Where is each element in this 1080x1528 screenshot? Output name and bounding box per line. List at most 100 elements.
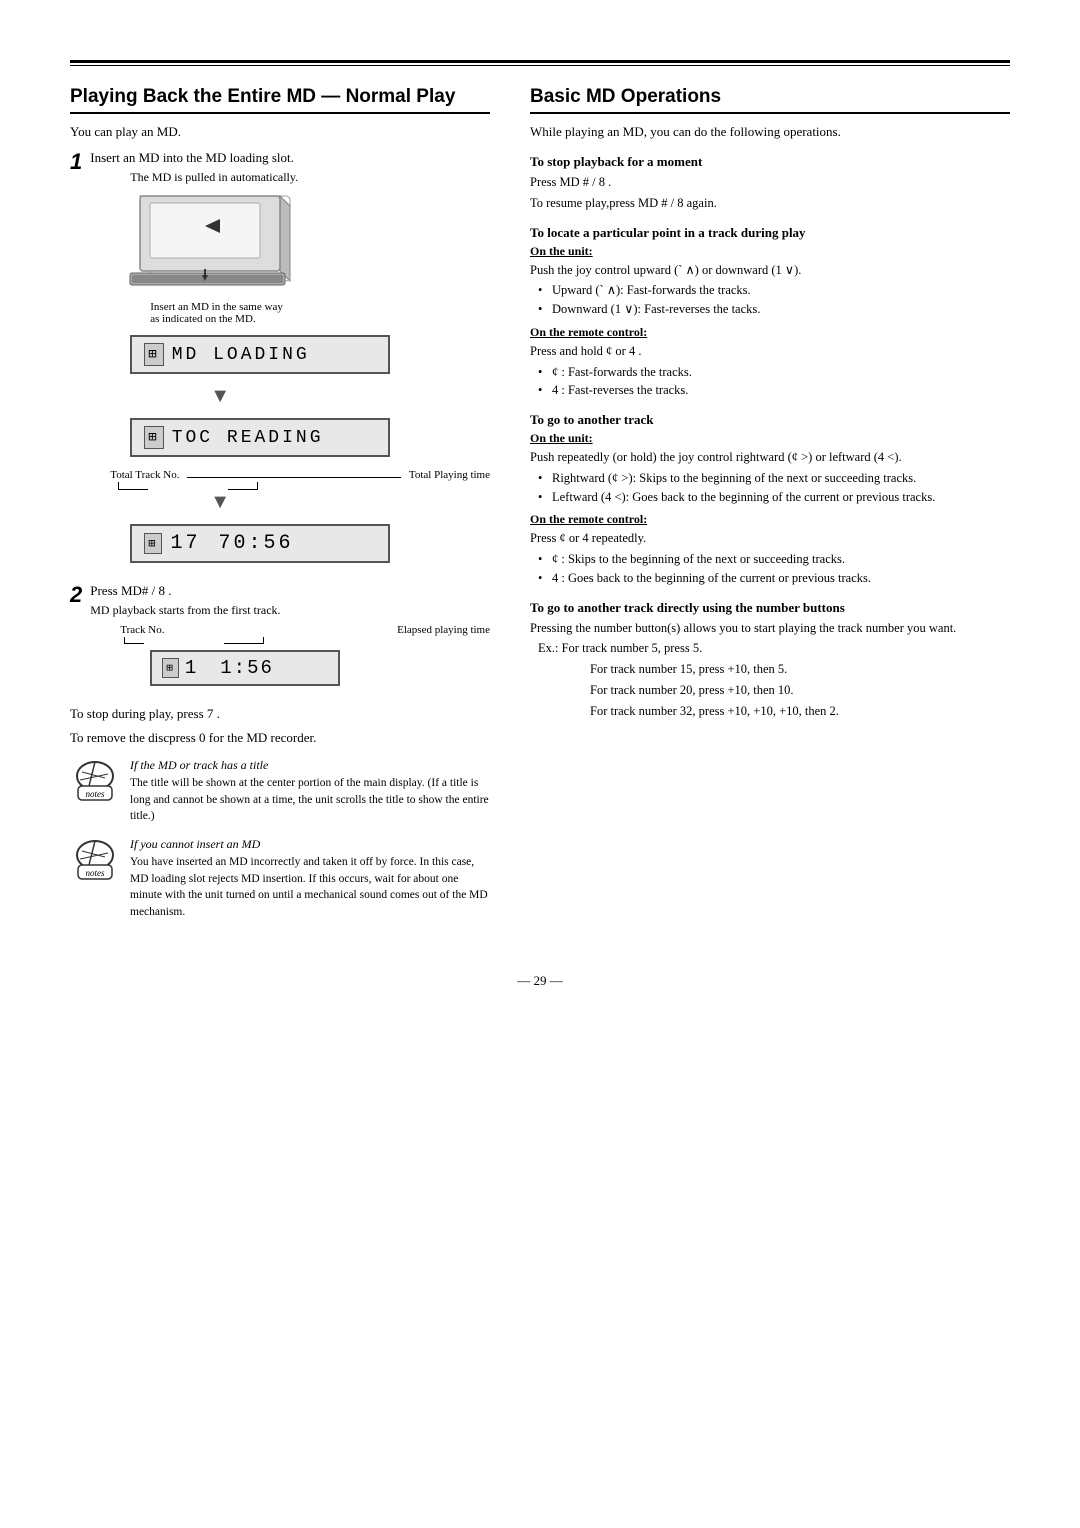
op-3-bullets1: Rightward (¢ >): Skips to the beginning … bbox=[538, 469, 1010, 507]
note-2-title: If you cannot insert an MD bbox=[130, 837, 490, 852]
lcd-loading-row: ⊞ MD LOADING bbox=[110, 329, 490, 380]
op-2-body1: Push the joy control upward (` ∧) or dow… bbox=[530, 261, 1010, 280]
op-4: To go to another track directly using th… bbox=[530, 600, 1010, 721]
step-2-number: 2 bbox=[70, 583, 82, 607]
op-2-bullet-4: 4 : Fast-reverses the tracks. bbox=[538, 381, 1010, 400]
lcd-icon-3: ⊞ bbox=[144, 533, 162, 554]
op-2-bullet-3: ¢ : Fast-forwards the tracks. bbox=[538, 363, 1010, 382]
step-2-label: Press MD# / 8 . bbox=[90, 583, 490, 599]
left-column: Playing Back the Entire MD — Normal Play… bbox=[70, 86, 490, 933]
page-number: — 29 — bbox=[70, 973, 1010, 989]
track-time-labels: Total Track No. Total Playing time bbox=[110, 469, 490, 481]
right-intro: While playing an MD, you can do the foll… bbox=[530, 124, 1010, 140]
op-3-subtitle2: On the remote control: bbox=[530, 512, 1010, 527]
op-3-bullet-1: Rightward (¢ >): Skips to the beginning … bbox=[538, 469, 1010, 488]
op-2-subtitle2: On the remote control: bbox=[530, 325, 1010, 340]
notes-icon-1: notes bbox=[70, 758, 120, 802]
top-rule-thick bbox=[70, 60, 1010, 63]
lcd-toc-row: ⊞ TOC READING bbox=[110, 412, 490, 463]
op-3-body1: Push repeatedly (or hold) the joy contro… bbox=[530, 448, 1010, 467]
op-3-body2: Press ¢ or 4 repeatedly. bbox=[530, 529, 1010, 548]
op-3-bullet-3: ¢ : Skips to the beginning of the next o… bbox=[538, 550, 1010, 569]
lcd-icon-1: ⊞ bbox=[144, 343, 163, 366]
op-4-line3: For track number 32, press +10, +10, +10… bbox=[590, 702, 1010, 721]
top-rule-thin bbox=[70, 65, 1010, 66]
left-intro: You can play an MD. bbox=[70, 124, 490, 140]
op-4-body1: Pressing the number button(s) allows you… bbox=[530, 619, 1010, 638]
lcd-play-time: 1:56 bbox=[220, 657, 274, 679]
trackno-elapsed-labels: Track No. Elapsed playing time bbox=[120, 624, 490, 636]
lcd-play-display: ⊞ 1 1:56 bbox=[150, 650, 340, 686]
stop-text: To stop during play, press 7 . bbox=[70, 706, 490, 722]
insert-note-line2: as indicated on the MD. bbox=[150, 313, 255, 325]
lcd-toc-display: ⊞ TOC READING bbox=[130, 418, 390, 457]
elapsed-label: Elapsed playing time bbox=[397, 624, 490, 636]
op-4-line2: For track number 20, press +10, then 10. bbox=[590, 681, 1010, 700]
step-2-content: Press MD# / 8 . MD playback starts from … bbox=[90, 583, 490, 696]
step-1: 1 Insert an MD into the MD loading slot.… bbox=[70, 150, 490, 573]
lcd-loading-text: MD LOADING bbox=[172, 345, 310, 365]
right-column: Basic MD Operations While playing an MD,… bbox=[530, 86, 1010, 732]
op-2-bullet-1: Upward (` ∧): Fast-forwards the tracks. bbox=[538, 281, 1010, 300]
note-1-text: If the MD or track has a title The title… bbox=[130, 758, 490, 825]
md-slot-diagram bbox=[120, 191, 490, 295]
remove-text: To remove the discpress 0 for the MD rec… bbox=[70, 730, 490, 746]
track-no-label: Track No. bbox=[120, 624, 164, 636]
step-1-content: Insert an MD into the MD loading slot. T… bbox=[90, 150, 490, 573]
op-4-title: To go to another track directly using th… bbox=[530, 600, 1010, 616]
lcd-track-display: ⊞ 17 70:56 bbox=[130, 524, 390, 563]
op-3-bullets2: ¢ : Skips to the beginning of the next o… bbox=[538, 550, 1010, 588]
op-3-bullet-4: 4 : Goes back to the beginning of the cu… bbox=[538, 569, 1010, 588]
op-1-body2: To resume play,press MD # / 8 again. bbox=[530, 194, 1010, 213]
lcd-track-time: 70:56 bbox=[219, 532, 294, 555]
lcd-icon-2: ⊞ bbox=[144, 426, 163, 449]
step-1-number: 1 bbox=[70, 150, 82, 174]
total-time-label: Total Playing time bbox=[409, 469, 490, 481]
op-4-example: Ex.: For track number 5, press 5. bbox=[538, 639, 1010, 658]
op-2-bullets1: Upward (` ∧): Fast-forwards the tracks. … bbox=[538, 281, 1010, 319]
lcd-play-track: 1 bbox=[185, 657, 198, 679]
op-4-line1: For track number 15, press +10, then 5. bbox=[590, 660, 1010, 679]
note-1-box: notes If the MD or track has a title The… bbox=[70, 758, 490, 825]
op-1-body: Press MD # / 8 . bbox=[530, 173, 1010, 192]
note-2-text: If you cannot insert an MD You have inse… bbox=[130, 837, 490, 921]
insert-note-line1: Insert an MD in the same way bbox=[150, 301, 283, 313]
step-2-sub: MD playback starts from the first track. bbox=[90, 603, 490, 618]
bracket-lines-2 bbox=[124, 637, 490, 644]
total-track-label: Total Track No. bbox=[110, 469, 179, 481]
op-1-title: To stop playback for a moment bbox=[530, 154, 1010, 170]
lcd-icon-4: ⊞ bbox=[162, 658, 179, 678]
note-1-body: The title will be shown at the center po… bbox=[130, 775, 490, 825]
md-slot-svg bbox=[120, 191, 330, 291]
op-2-bullet-2: Downward (1 ∨): Fast-reverses the tacks. bbox=[538, 300, 1010, 319]
op-2-body2: Press and hold ¢ or 4 . bbox=[530, 342, 1010, 361]
lcd-loading-display: ⊞ MD LOADING bbox=[130, 335, 390, 374]
lcd-play-row: ⊞ 1 1:56 bbox=[110, 648, 490, 692]
step-1-sub: The MD is pulled in automatically. bbox=[130, 170, 490, 185]
note-2-body: You have inserted an MD incorrectly and … bbox=[130, 854, 490, 921]
lcd-track-num: 17 bbox=[170, 532, 200, 555]
op-3-bullet-2: Leftward (4 <): Goes back to the beginni… bbox=[538, 488, 1010, 507]
op-2-subtitle1: On the unit: bbox=[530, 244, 1010, 259]
op-2: To locate a particular point in a track … bbox=[530, 225, 1010, 401]
insert-note: Insert an MD in the same way as indicate… bbox=[150, 301, 490, 325]
bracket-lines bbox=[118, 482, 490, 490]
op-3-subtitle1: On the unit: bbox=[530, 431, 1010, 446]
op-2-title: To locate a particular point in a track … bbox=[530, 225, 1010, 241]
op-3: To go to another track On the unit: Push… bbox=[530, 412, 1010, 588]
arrow-down-1: ▼ bbox=[210, 384, 490, 408]
step-2: 2 Press MD# / 8 . MD playback starts fro… bbox=[70, 583, 490, 696]
notes-icon-2: notes bbox=[70, 837, 120, 881]
main-content: Playing Back the Entire MD — Normal Play… bbox=[70, 86, 1010, 933]
svg-text:notes: notes bbox=[86, 789, 105, 799]
svg-text:notes: notes bbox=[86, 868, 105, 878]
op-2-bullets2: ¢ : Fast-forwards the tracks. 4 : Fast-r… bbox=[538, 363, 1010, 401]
arrow-down-2: ▼ bbox=[210, 490, 490, 514]
step-1-label: Insert an MD into the MD loading slot. bbox=[90, 150, 490, 166]
op-1: To stop playback for a moment Press MD #… bbox=[530, 154, 1010, 213]
note-2-box: notes If you cannot insert an MD You hav… bbox=[70, 837, 490, 921]
note-1-title: If the MD or track has a title bbox=[130, 758, 490, 773]
lcd-toc-text: TOC READING bbox=[172, 428, 324, 448]
right-section-title: Basic MD Operations bbox=[530, 86, 1010, 114]
left-section-title: Playing Back the Entire MD — Normal Play bbox=[70, 86, 490, 114]
